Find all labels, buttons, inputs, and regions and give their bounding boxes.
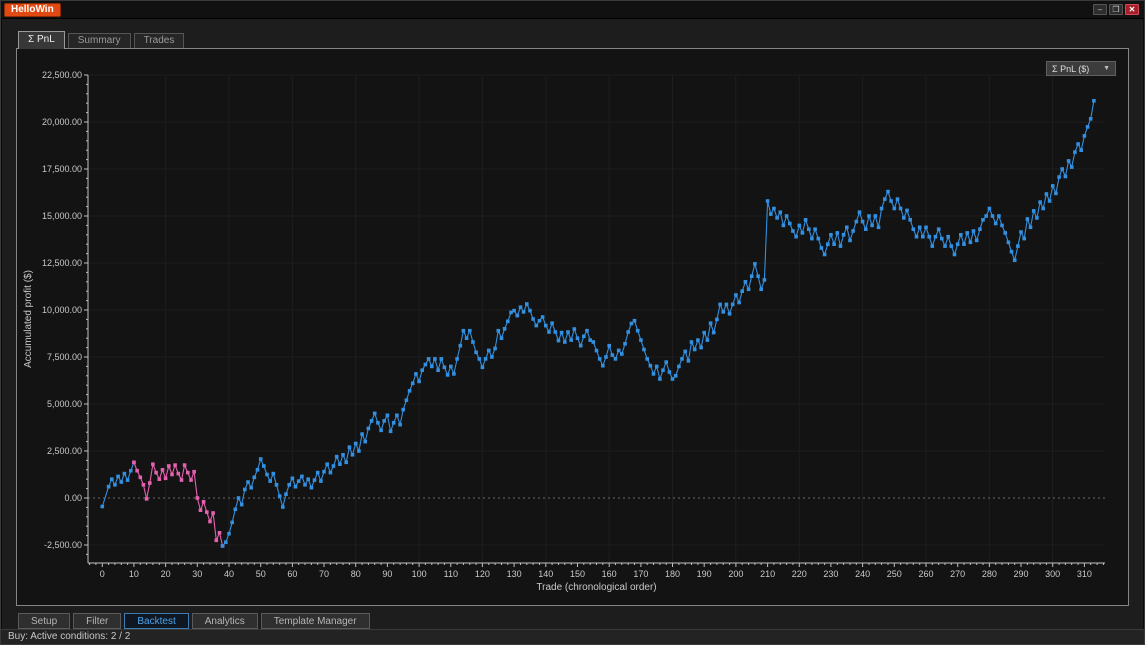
tab-summary[interactable]: Summary [68,33,131,48]
svg-text:0: 0 [100,569,105,579]
svg-text:260: 260 [918,569,933,579]
svg-text:280: 280 [982,569,997,579]
svg-text:110: 110 [444,569,458,579]
svg-text:150: 150 [570,569,585,579]
minimize-button[interactable]: – [1093,4,1107,15]
svg-text:20: 20 [161,569,171,579]
svg-text:270: 270 [950,569,965,579]
tab-analytics[interactable]: Analytics [192,613,258,629]
tab-backtest[interactable]: Backtest [124,613,188,629]
svg-text:300: 300 [1045,569,1060,579]
svg-text:20,000.00: 20,000.00 [42,117,82,127]
series-select-value: Σ PnL ($) [1052,64,1089,74]
svg-text:10,000.00: 10,000.00 [42,305,82,315]
svg-text:10: 10 [129,569,139,579]
status-bar: Buy: Active conditions: 2 / 2 [1,629,1144,644]
svg-text:0.00: 0.00 [64,493,82,503]
svg-text:40: 40 [224,569,234,579]
tab-template-manager[interactable]: Template Manager [261,613,370,629]
title-bar: HelloWin – ❐ ✕ [1,1,1144,19]
svg-text:190: 190 [697,569,712,579]
svg-text:30: 30 [192,569,202,579]
svg-text:90: 90 [382,569,392,579]
svg-text:5,000.00: 5,000.00 [47,399,82,409]
svg-text:200: 200 [728,569,743,579]
svg-text:170: 170 [633,569,648,579]
chart-tab-strip: Σ PnLSummaryTrades [18,31,184,49]
svg-text:310: 310 [1077,569,1092,579]
tab-filter[interactable]: Filter [73,613,121,629]
svg-text:50: 50 [256,569,266,579]
close-button[interactable]: ✕ [1125,4,1139,15]
svg-text:70: 70 [319,569,329,579]
app-window: { "window": { "title": "HelloWin", "cont… [0,0,1145,645]
svg-text:2,500.00: 2,500.00 [47,446,82,456]
pnl-chart: -2,500.00 0.00 2,500.00 5,000.00 7,500.00 10,… [17,49,1128,605]
series-select-dropdown[interactable]: Σ PnL ($) ▼ [1046,61,1116,76]
status-text: Buy: Active conditions: 2 / 2 [8,631,130,642]
svg-text:-2,500.00: -2,500.00 [44,540,82,550]
svg-text:120: 120 [475,569,490,579]
svg-text:100: 100 [412,569,427,579]
svg-text:17,500.00: 17,500.00 [42,164,82,174]
svg-text:210: 210 [760,569,775,579]
window-title: HelloWin [4,3,61,17]
svg-text:Accumulated profit ($): Accumulated profit ($) [23,270,34,368]
tab-trades[interactable]: Trades [134,33,185,48]
svg-text:7,500.00: 7,500.00 [47,352,82,362]
svg-text:130: 130 [507,569,522,579]
svg-text:22,500.00: 22,500.00 [42,70,82,80]
chart-panel: -2,500.00 0.00 2,500.00 5,000.00 7,500.00 10,… [16,48,1129,606]
svg-text:12,500.00: 12,500.00 [42,258,82,268]
chevron-down-icon: ▼ [1103,65,1110,72]
svg-text:Trade (chronological order): Trade (chronological order) [536,582,656,593]
svg-text:60: 60 [287,569,297,579]
svg-text:15,000.00: 15,000.00 [42,211,82,221]
restore-button[interactable]: ❐ [1109,4,1123,15]
svg-text:240: 240 [855,569,870,579]
tab-setup[interactable]: Setup [18,613,70,629]
main-tab-strip: SetupFilterBacktestAnalyticsTemplate Man… [18,613,370,629]
window-controls: – ❐ ✕ [1093,4,1139,15]
svg-text:230: 230 [823,569,838,579]
svg-text:220: 220 [792,569,807,579]
svg-text:250: 250 [887,569,902,579]
svg-text:140: 140 [538,569,553,579]
svg-text:290: 290 [1013,569,1028,579]
svg-text:180: 180 [665,569,680,579]
svg-text:80: 80 [351,569,361,579]
tab-pnl[interactable]: Σ PnL [18,31,65,49]
svg-text:160: 160 [602,569,617,579]
